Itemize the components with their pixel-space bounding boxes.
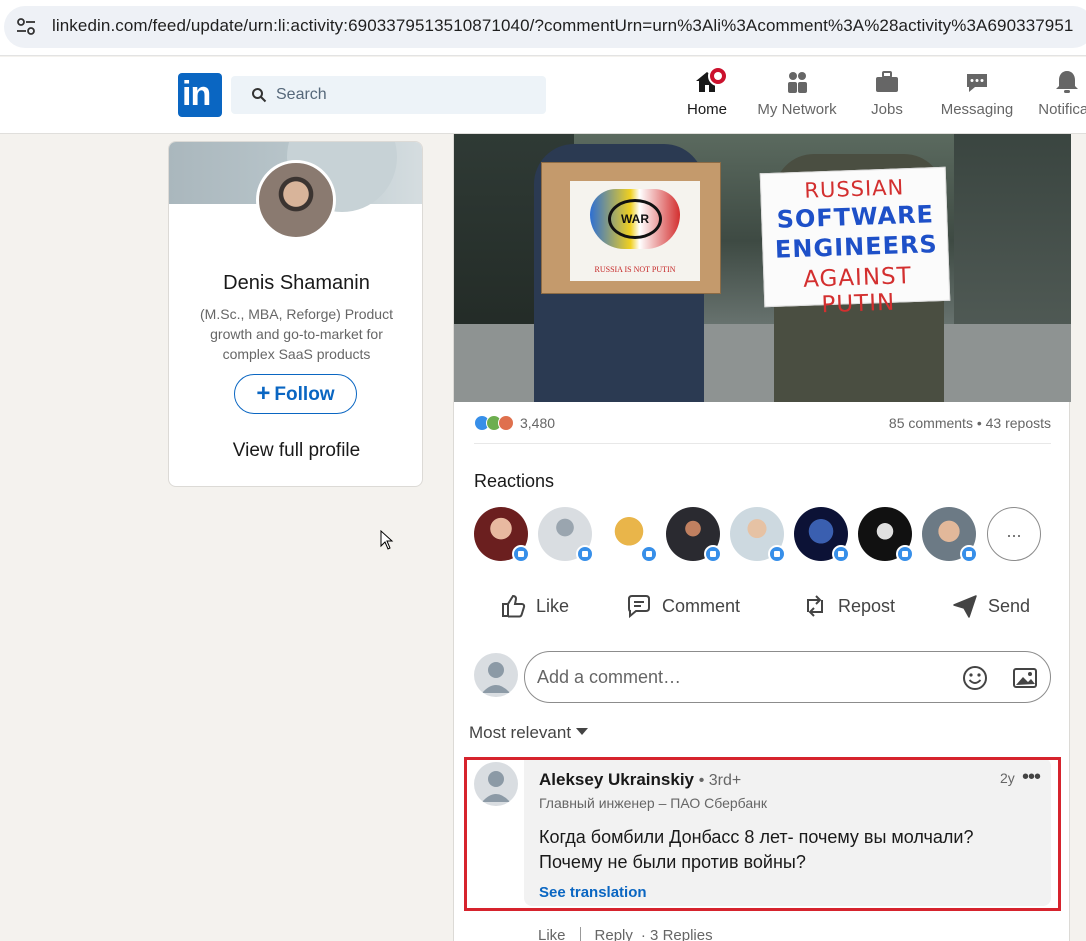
chat-icon — [967, 74, 987, 92]
top-nav: in Search Home My Network Jobs Messaging… — [0, 57, 1086, 136]
browser-address-bar: linkedin.com/feed/update/urn:li:activity… — [0, 0, 1086, 56]
sort-label: Most relevant — [469, 723, 572, 742]
linkedin-logo[interactable]: in — [178, 73, 222, 117]
sign-war-text: WAR — [608, 199, 662, 239]
like-button[interactable]: Like — [500, 584, 569, 628]
view-full-profile-link[interactable]: View full profile — [169, 440, 422, 462]
image-icon[interactable] — [1011, 664, 1039, 692]
nav-messaging[interactable]: Messaging — [932, 69, 1022, 129]
profile-card: Denis Shamanin (M.Sc., MBA, Reforge) Pro… — [168, 141, 423, 487]
url-text[interactable]: linkedin.com/feed/update/urn:li:activity… — [52, 16, 1073, 36]
comment-input[interactable]: Add a comment… — [524, 651, 1051, 703]
comment-highlight-box — [464, 757, 1061, 911]
profile-name[interactable]: Denis Shamanin — [169, 272, 422, 295]
bell-icon — [1056, 71, 1078, 93]
nav-messaging-label: Messaging — [940, 101, 1014, 118]
reactors-list: ... — [474, 507, 1054, 563]
reactor-avatar[interactable] — [602, 507, 658, 563]
notification-badge — [708, 66, 728, 86]
comment-reply-button[interactable]: Reply — [595, 927, 633, 941]
search-placeholder: Search — [276, 86, 327, 103]
comment-icon — [628, 595, 650, 619]
like-badge-icon — [896, 545, 914, 563]
like-badge-icon — [768, 545, 786, 563]
sign-line: SOFTWARE — [776, 200, 935, 234]
profile-headline: (M.Sc., MBA, Reforge) Product growth and… — [200, 306, 393, 362]
emoji-icon[interactable] — [961, 664, 989, 692]
nav-my-network[interactable]: My Network — [752, 69, 842, 129]
reactor-avatar[interactable] — [474, 507, 530, 563]
reactor-avatar[interactable] — [922, 507, 978, 563]
love-reaction-icon — [498, 415, 514, 431]
nav-home-label: Home — [686, 101, 727, 118]
nav-notifications-label: Notificati — [1038, 101, 1086, 118]
repost-button[interactable]: Repost — [802, 584, 895, 628]
reactor-avatar[interactable] — [666, 507, 722, 563]
post-photo[interactable]: WAR RUSSIA IS NOT PUTIN RUSSIAN SOFTWARE… — [454, 134, 1071, 402]
plus-icon: + — [256, 380, 271, 407]
protest-sign-right: RUSSIAN SOFTWARE ENGINEERS AGAINST PUTIN — [759, 166, 951, 318]
like-badge-icon — [704, 545, 722, 563]
follow-label: Follow — [274, 384, 335, 405]
current-user-avatar — [474, 653, 518, 697]
sign-line: ENGINEERS — [774, 230, 939, 264]
reactor-avatar[interactable] — [858, 507, 914, 563]
nav-home[interactable]: Home — [662, 66, 752, 136]
follow-button[interactable]: + Follow — [234, 374, 357, 414]
repost-icon — [807, 595, 823, 617]
like-badge-icon — [640, 545, 658, 563]
reactor-avatar[interactable] — [538, 507, 594, 563]
like-badge-icon — [960, 545, 978, 563]
reactor-avatar[interactable] — [794, 507, 850, 563]
reaction-count[interactable]: 3,480 — [520, 415, 555, 431]
network-icon — [788, 72, 807, 93]
post-actions: Like Comment Repost Send — [474, 584, 1051, 628]
search-icon — [252, 88, 267, 103]
nav-jobs-label: Jobs — [871, 101, 903, 118]
comment-sort-dropdown[interactable]: Most relevant — [469, 723, 589, 743]
site-settings-icon[interactable] — [16, 18, 36, 36]
comment-label: Comment — [662, 595, 741, 616]
sign-line: AGAINST PUTIN — [802, 263, 913, 319]
caret-down-icon — [576, 728, 589, 735]
thumbs-up-icon — [502, 594, 526, 618]
replies-count[interactable]: · 3 Replies — [641, 927, 713, 941]
reactor-avatar[interactable] — [730, 507, 786, 563]
briefcase-icon — [876, 71, 898, 92]
divider — [579, 927, 581, 941]
like-badge-icon — [576, 545, 594, 563]
search-input[interactable]: Search — [231, 76, 546, 114]
repost-label: Repost — [838, 595, 896, 616]
comment-footer-actions: Like Reply · 3 Replies — [538, 927, 721, 941]
sign-line: RUSSIAN — [803, 175, 905, 203]
profile-avatar[interactable] — [256, 160, 336, 240]
comment-like-button[interactable]: Like — [538, 927, 566, 941]
comment-button[interactable]: Comment — [626, 584, 740, 628]
send-icon — [953, 595, 977, 618]
send-button[interactable]: Send — [952, 584, 1030, 628]
protest-sign-left: WAR RUSSIA IS NOT PUTIN — [541, 162, 721, 294]
like-badge-icon — [512, 545, 530, 563]
nav-network-label: My Network — [757, 101, 837, 118]
reactions-title: Reactions — [474, 471, 555, 491]
nav-notifications[interactable]: Notificati — [1022, 69, 1086, 129]
nav-jobs[interactable]: Jobs — [842, 69, 932, 129]
mouse-cursor-icon — [380, 530, 394, 550]
sign-left-caption: RUSSIA IS NOT PUTIN — [594, 265, 676, 274]
send-label: Send — [988, 595, 1031, 616]
more-reactions-button[interactable]: ... — [987, 507, 1041, 561]
comments-reposts-count[interactable]: 85 comments • 43 reposts — [889, 415, 1051, 431]
like-label: Like — [536, 595, 570, 616]
like-badge-icon — [832, 545, 850, 563]
post-stats: 3,480 85 comments • 43 reposts — [474, 414, 1051, 444]
comment-placeholder: Add a comment… — [537, 667, 682, 687]
